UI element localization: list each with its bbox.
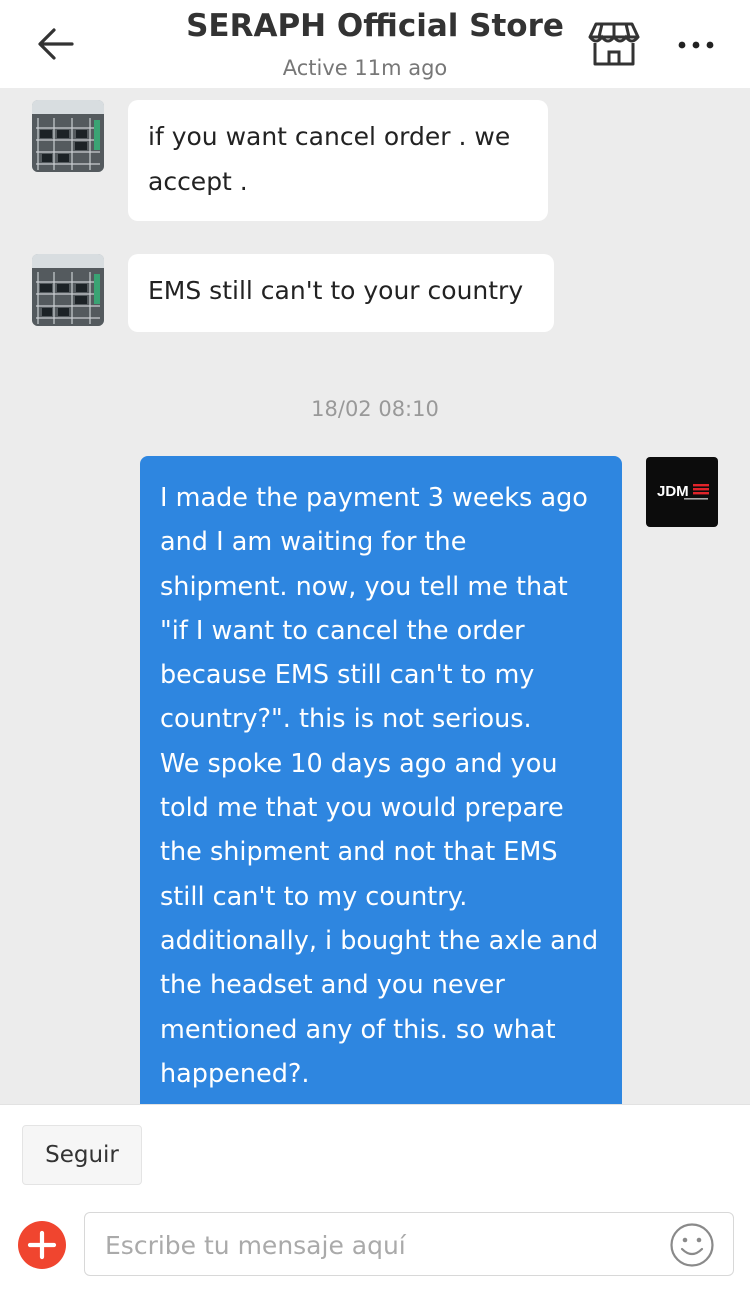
logo-text: JDM	[657, 483, 689, 500]
message-line: "if I want to cancel the order	[160, 615, 525, 646]
storefront-icon[interactable]	[588, 20, 640, 68]
message-line: accept .	[148, 167, 248, 196]
message-line: We spoke 10 days ago and you	[160, 748, 558, 779]
more-options-icon[interactable]	[674, 30, 718, 60]
message-input[interactable]	[103, 1221, 647, 1269]
store-avatar[interactable]	[32, 100, 104, 172]
message-line: additionally, i bought the axle and	[160, 925, 599, 956]
user-avatar[interactable]: JDM	[646, 457, 718, 527]
emoji-icon[interactable]	[669, 1222, 715, 1268]
chat-messages[interactable]: if you want cancel order . we accept . E…	[0, 88, 750, 1104]
incoming-message[interactable]: EMS still can't to your country	[128, 254, 554, 332]
message-line: because EMS still can't to my	[160, 660, 535, 691]
chat-footer: Seguir	[0, 1104, 750, 1295]
chat-header: SERAPH Official Store Active 11m ago	[0, 0, 750, 88]
follow-button[interactable]: Seguir	[22, 1125, 142, 1185]
message-timestamp: 18/02 08:10	[311, 397, 439, 421]
store-avatar[interactable]	[32, 254, 104, 326]
message-line: country?". this is not serious.	[160, 704, 532, 735]
message-line: mentioned any of this. so what	[160, 1014, 556, 1045]
message-line: told me that you would prepare	[160, 793, 564, 824]
message-line: I made the payment 3 weeks ago	[160, 483, 588, 513]
message-line: the shipment and not that EMS	[160, 837, 558, 868]
message-input-box[interactable]	[84, 1212, 734, 1276]
message-line: still can't to my country.	[160, 881, 468, 912]
outgoing-message[interactable]: I made the payment 3 weeks ago and I am …	[140, 456, 622, 1104]
add-attachment-icon[interactable]	[18, 1221, 66, 1269]
message-line: EMS still can't to your country	[148, 276, 524, 305]
message-line: and I am waiting for the	[160, 527, 467, 558]
message-line: if you want cancel order . we	[148, 122, 511, 151]
message-line: happened?.	[160, 1058, 310, 1089]
message-line: the headset and you never	[160, 970, 505, 1001]
incoming-message[interactable]: if you want cancel order . we accept .	[128, 100, 548, 221]
message-line: shipment. now, you tell me that	[160, 571, 568, 602]
